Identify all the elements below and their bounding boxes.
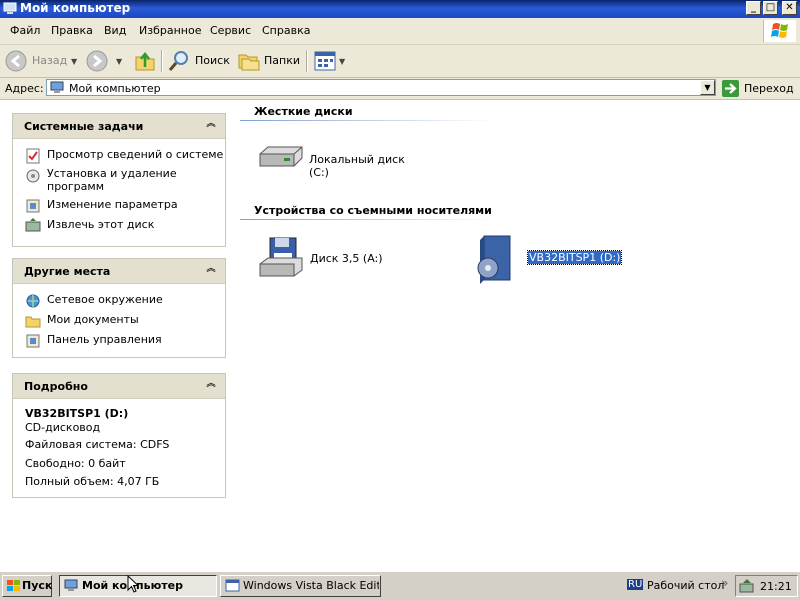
drive-d-label: VB32BITSP1 (D:)	[526, 250, 623, 265]
go-arrow-icon[interactable]	[722, 80, 739, 97]
other-places-header[interactable]: Другие места ︽	[13, 259, 225, 284]
folders-icon[interactable]	[237, 50, 261, 72]
system-tray: 21:21	[735, 575, 798, 597]
menu-edit[interactable]: Правка	[51, 24, 93, 37]
drive-c-item[interactable]: Локальный диск (C:)	[256, 140, 426, 179]
task-label: Windows Vista Black Editi...	[243, 579, 379, 592]
address-value: Мой компьютер	[69, 82, 161, 95]
group-divider	[240, 219, 496, 220]
details-item-name: VB32BITSP1 (D:)	[25, 407, 129, 420]
place-control-panel[interactable]: Панель управления	[47, 333, 162, 346]
back-icon[interactable]	[5, 50, 27, 72]
group-removable-title: Устройства со съемными носителями	[254, 204, 492, 217]
control-panel-icon	[26, 334, 40, 348]
desktop-toolbar-label[interactable]: Рабочий стол	[647, 579, 724, 592]
task-add-remove-programs[interactable]: Установка и удаление программ	[47, 167, 217, 193]
details-panel: Подробно ︽ VB32BITSP1 (D:) CD-дисковод Ф…	[12, 373, 226, 498]
other-places-title: Другие места	[24, 265, 111, 278]
search-icon[interactable]	[167, 49, 191, 73]
other-places-panel: Другие места ︽ Сетевое окружение Мои док…	[12, 258, 226, 358]
search-button-label[interactable]: Поиск	[195, 54, 230, 67]
windows-logo-icon	[763, 20, 796, 42]
drive-a-item[interactable]: Диск 3,5 (A:)	[256, 236, 426, 282]
window-icon	[225, 579, 240, 592]
my-computer-icon	[50, 81, 64, 93]
cd-drive-icon	[477, 235, 511, 284]
forward-dropdown-icon[interactable]: ▼	[116, 57, 122, 66]
maximize-button[interactable]: □	[763, 1, 778, 15]
group-hard-drives-title: Жесткие диски	[254, 105, 353, 118]
collapse-chevron-icon[interactable]: ︽	[204, 378, 218, 392]
eject-disc-icon	[25, 218, 41, 232]
collapse-chevron-icon[interactable]: ︽	[204, 118, 218, 132]
my-documents-icon	[25, 316, 41, 328]
address-bar: Адрес: Мой компьютер ▼ Переход	[0, 78, 800, 100]
folders-button-label[interactable]: Папки	[264, 54, 300, 67]
toolbar: Назад ▼ ▼ Поиск Папки ▼	[0, 45, 800, 78]
back-dropdown-icon[interactable]: ▼	[71, 57, 77, 66]
back-button-label[interactable]: Назад	[32, 54, 67, 67]
clock[interactable]: 21:21	[760, 580, 792, 593]
eject-hardware-icon[interactable]	[739, 579, 755, 593]
toolbar-chevron-icon[interactable]: »	[721, 576, 728, 590]
views-icon[interactable]	[314, 51, 336, 71]
menu-favorites[interactable]: Избранное	[139, 24, 201, 37]
menu-view[interactable]: Вид	[104, 24, 126, 37]
window-title: Мой компьютер	[20, 1, 131, 15]
close-button[interactable]: ✕	[782, 1, 797, 15]
address-label: Адрес:	[5, 82, 44, 95]
details-total-size: Полный объем: 4,07 ГБ	[25, 475, 160, 488]
go-button[interactable]: Переход	[744, 82, 794, 95]
details-item-type: CD-дисковод	[25, 421, 101, 434]
menu-file[interactable]: Файл	[10, 24, 40, 37]
drive-d-item[interactable]: VB32BITSP1 (D:)	[474, 234, 624, 284]
address-dropdown-button[interactable]: ▼	[700, 80, 715, 95]
views-dropdown-icon[interactable]: ▼	[339, 57, 345, 66]
folder-up-icon[interactable]	[133, 49, 157, 73]
start-button[interactable]: Пуск	[2, 575, 52, 597]
place-my-documents[interactable]: Мои документы	[47, 313, 139, 326]
windows-flag-icon	[7, 580, 20, 591]
toolbar-separator	[161, 50, 162, 72]
system-tasks-panel: Системные задачи ︽ Просмотр сведений о с…	[12, 113, 226, 247]
task-eject-disc[interactable]: Извлечь этот диск	[47, 218, 154, 231]
menu-tools[interactable]: Сервис	[210, 24, 251, 37]
task-pane: Системные задачи ︽ Просмотр сведений о с…	[0, 100, 238, 571]
drive-c-label: Локальный диск (C:)	[309, 153, 405, 179]
details-title: Подробно	[24, 380, 88, 393]
minimize-button[interactable]: _	[746, 1, 761, 15]
task-view-system-info[interactable]: Просмотр сведений о системе	[47, 148, 223, 161]
details-header[interactable]: Подробно ︽	[13, 374, 225, 399]
add-remove-programs-icon	[26, 169, 40, 183]
start-label: Пуск	[22, 579, 53, 592]
system-tasks-title: Системные задачи	[24, 120, 144, 133]
group-divider	[240, 120, 496, 121]
taskbar-button-vista-black[interactable]: Windows Vista Black Editi...	[220, 575, 381, 597]
menu-help[interactable]: Справка	[262, 24, 310, 37]
language-indicator[interactable]: RU	[627, 579, 644, 590]
my-computer-icon	[64, 579, 78, 591]
details-filesystem: Файловая система: CDFS	[25, 438, 170, 451]
drive-a-label: Диск 3,5 (A:)	[310, 252, 383, 265]
network-icon	[26, 294, 40, 308]
forward-icon[interactable]	[86, 50, 108, 72]
task-change-setting[interactable]: Изменение параметра	[47, 198, 178, 211]
taskbar: Пуск Мой компьютер Windows Vista Black E…	[0, 571, 800, 600]
my-computer-icon	[3, 2, 17, 14]
title-bar[interactable]: Мой компьютер _ □ ✕	[0, 0, 800, 18]
address-input[interactable]: Мой компьютер ▼	[46, 79, 716, 96]
place-network[interactable]: Сетевое окружение	[47, 293, 163, 306]
collapse-chevron-icon[interactable]: ︽	[204, 263, 218, 277]
hard-drive-icon	[259, 146, 303, 167]
details-free-space: Свободно: 0 байт	[25, 457, 126, 470]
floppy-drive-icon	[259, 237, 303, 277]
mouse-cursor-icon	[127, 575, 139, 593]
toolbar-separator	[306, 50, 307, 72]
control-panel-icon	[26, 199, 40, 213]
system-tasks-header[interactable]: Системные задачи ︽	[13, 114, 225, 139]
system-info-icon	[26, 148, 40, 164]
menu-bar: Файл Правка Вид Избранное Сервис Справка	[0, 18, 800, 45]
